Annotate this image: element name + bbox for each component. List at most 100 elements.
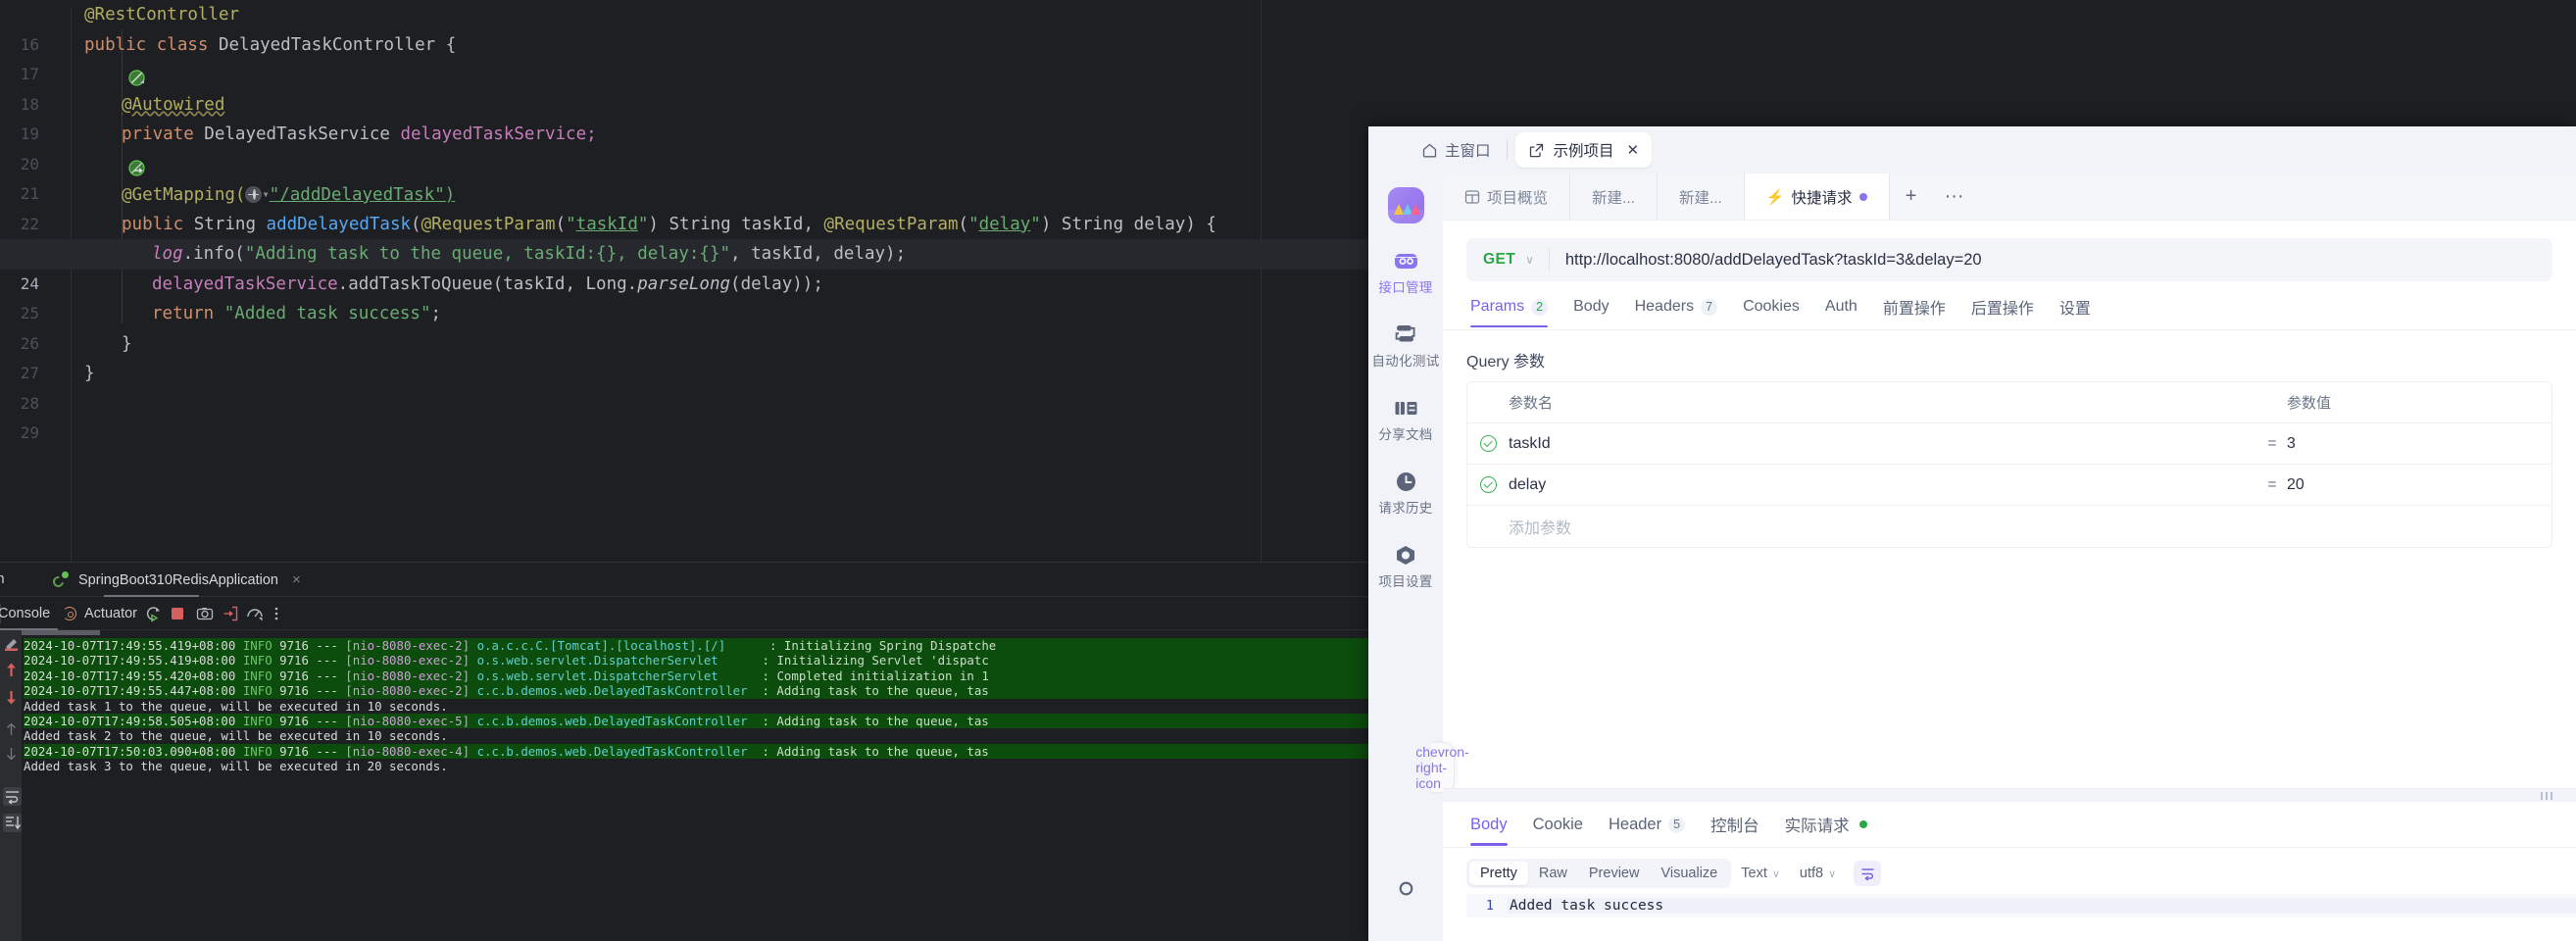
request-sub-tabs: Params 2 Body Headers 7 Cookies Auth 前置操	[1443, 281, 2576, 330]
close-icon[interactable]: ✕	[1627, 141, 1640, 159]
url-input[interactable]	[1549, 238, 2552, 281]
encoding-select[interactable]: utf8 ∨	[1790, 862, 1846, 885]
param-value[interactable]: 20	[2287, 476, 2551, 494]
tab-label: 项目概览	[1487, 189, 1549, 207]
scroll-up-icon[interactable]	[3, 662, 20, 678]
rerun-icon[interactable]	[145, 605, 163, 622]
view-mode-preview[interactable]: Preview	[1578, 862, 1651, 885]
tab-label: Auth	[1824, 298, 1858, 315]
tab-quick-request[interactable]: ⚡ 快捷请求	[1744, 173, 1890, 220]
query-params-section: Query 参数 参数名 参数值 taskId = 3 delay = 20 添…	[1443, 330, 2576, 548]
console-gutter	[0, 630, 22, 941]
spring-autowire-icon[interactable]	[46, 126, 145, 176]
tab-cookies[interactable]: Cookies	[1730, 298, 1812, 326]
main-window-button[interactable]: 主窗口	[1413, 134, 1499, 166]
more-vertical-icon[interactable]	[268, 605, 285, 622]
tab-response-header[interactable]: Header 5	[1596, 816, 1698, 845]
tab-params[interactable]: Params 2	[1466, 298, 1560, 327]
method-select[interactable]: GET ∨	[1466, 238, 1549, 281]
soft-wrap-icon[interactable]	[3, 636, 20, 653]
tab-console[interactable]: Console	[0, 597, 59, 630]
view-mode-raw[interactable]: Raw	[1528, 862, 1578, 885]
api-management-icon	[1393, 250, 1418, 272]
console-scrollbar[interactable]	[22, 630, 100, 635]
tab-label: 实际请求	[1784, 817, 1850, 835]
tab-new-1[interactable]: 新建...	[1570, 173, 1658, 220]
response-body[interactable]: 1 Added task success	[1443, 894, 2576, 941]
sidebar-item-project-settings[interactable]: 项目设置	[1368, 544, 1443, 590]
prev-occurrence-icon[interactable]	[3, 720, 20, 737]
sidebar-item-help[interactable]	[1368, 877, 1443, 904]
tab-settings[interactable]: 设置	[2047, 295, 2104, 329]
close-icon[interactable]: ×	[292, 571, 301, 588]
response-code-line: 1 Added task success	[1466, 894, 2576, 917]
sidebar-item-automation-test[interactable]: 自动化测试	[1368, 323, 1443, 370]
camera-icon[interactable]	[196, 605, 214, 622]
tab-post-operation[interactable]: 后置操作	[1958, 295, 2047, 329]
api-titlebar: 主窗口 示例项目 ✕	[1368, 126, 2576, 173]
scroll-down-icon[interactable]	[3, 689, 20, 706]
drag-handle-icon[interactable]	[2540, 791, 2552, 800]
tab-new-2[interactable]: 新建...	[1658, 173, 1745, 220]
query-params-table: 参数名 参数值 taskId = 3 delay = 20 添加参数	[1466, 381, 2552, 548]
sidebar-item-label: 自动化测试	[1371, 354, 1440, 369]
view-mode-pretty[interactable]: Pretty	[1469, 862, 1528, 885]
add-param-placeholder[interactable]: 添加参数	[1509, 515, 2257, 538]
tab-response-console[interactable]: 控制台	[1698, 813, 1772, 847]
response-splitter[interactable]	[1443, 788, 2576, 802]
param-value[interactable]: 3	[2287, 435, 2551, 453]
chevron-down-icon: ∨	[1771, 867, 1780, 880]
main-window-label: 主窗口	[1445, 143, 1491, 160]
log-pid: 9716	[279, 743, 309, 759]
thread-dump-icon[interactable]	[222, 605, 239, 622]
sidebar-item-request-history[interactable]: 请求历史	[1368, 470, 1443, 517]
tab-actual-request[interactable]: 实际请求	[1772, 813, 1880, 847]
tab-headers[interactable]: Headers 7	[1622, 298, 1730, 326]
tab-more-button[interactable]: ···	[1933, 173, 1976, 220]
wrap-text-icon[interactable]	[3, 787, 22, 806]
line-number: 1	[1485, 898, 1494, 914]
row-checkbox[interactable]	[1467, 476, 1509, 493]
next-occurrence-icon[interactable]	[3, 746, 20, 763]
stop-icon[interactable]	[169, 605, 186, 622]
scroll-to-end-icon[interactable]	[3, 814, 22, 832]
run-configuration-tab[interactable]: SpringBoot310RedisApplication ×	[47, 563, 307, 597]
log-timestamp: 2024-10-07T17:49:55.447+08:00	[24, 683, 236, 699]
tab-response-cookie[interactable]: Cookie	[1520, 816, 1596, 845]
log-logger: c.c.b.demos.web.DelayedTaskController	[476, 713, 748, 728]
query-params-title: Query 参数	[1466, 354, 1546, 371]
format-value: Text	[1741, 866, 1767, 881]
code-text: private DelayedTaskService delayedTaskSe…	[122, 124, 597, 144]
expand-sidebar-handle[interactable]: chevron-right-icon	[1415, 742, 1469, 793]
tab-response-body[interactable]: Body	[1466, 816, 1520, 846]
wrap-lines-icon[interactable]	[1854, 861, 1882, 886]
row-checkbox[interactable]	[1467, 435, 1509, 452]
spring-endpoint-icon[interactable]	[46, 217, 145, 266]
web-endpoint-icon[interactable]	[245, 186, 263, 203]
table-header-row: 参数名 参数值	[1467, 382, 2551, 423]
param-name[interactable]: delay	[1509, 476, 2257, 494]
sidebar-item-api-management[interactable]: 接口管理	[1368, 250, 1443, 296]
tab-actuator-label: Actuator	[84, 606, 137, 621]
tab-body[interactable]: Body	[1560, 298, 1621, 326]
table-row[interactable]: delay = 20	[1467, 465, 2551, 506]
sidebar-item-label: 项目设置	[1378, 574, 1433, 589]
gauge-icon[interactable]	[246, 605, 264, 622]
chevron-down-icon[interactable]: ▾	[262, 179, 269, 210]
sidebar-item-share-doc[interactable]: 分享文档	[1368, 397, 1443, 443]
param-name[interactable]: taskId	[1509, 435, 2257, 453]
table-row[interactable]: taskId = 3	[1467, 423, 2551, 465]
tab-pre-operation[interactable]: 前置操作	[1870, 295, 1958, 329]
code-text: }	[122, 333, 132, 354]
spring-bean-icon[interactable]	[46, 37, 145, 86]
log-timestamp: 2024-10-07T17:49:55.420+08:00	[24, 668, 236, 683]
view-mode-visualize[interactable]: Visualize	[1650, 862, 1728, 885]
project-tab[interactable]: 示例项目 ✕	[1514, 132, 1653, 168]
tab-actuator[interactable]: Actuator	[62, 597, 137, 630]
tab-auth[interactable]: Auth	[1812, 298, 1870, 326]
add-param-row[interactable]: 添加参数	[1467, 506, 2551, 547]
run-window-title: Run	[0, 571, 5, 587]
tab-project-overview[interactable]: 项目概览	[1443, 173, 1571, 220]
format-select[interactable]: Text ∨	[1731, 862, 1790, 885]
new-tab-button[interactable]: +	[1890, 173, 1933, 220]
